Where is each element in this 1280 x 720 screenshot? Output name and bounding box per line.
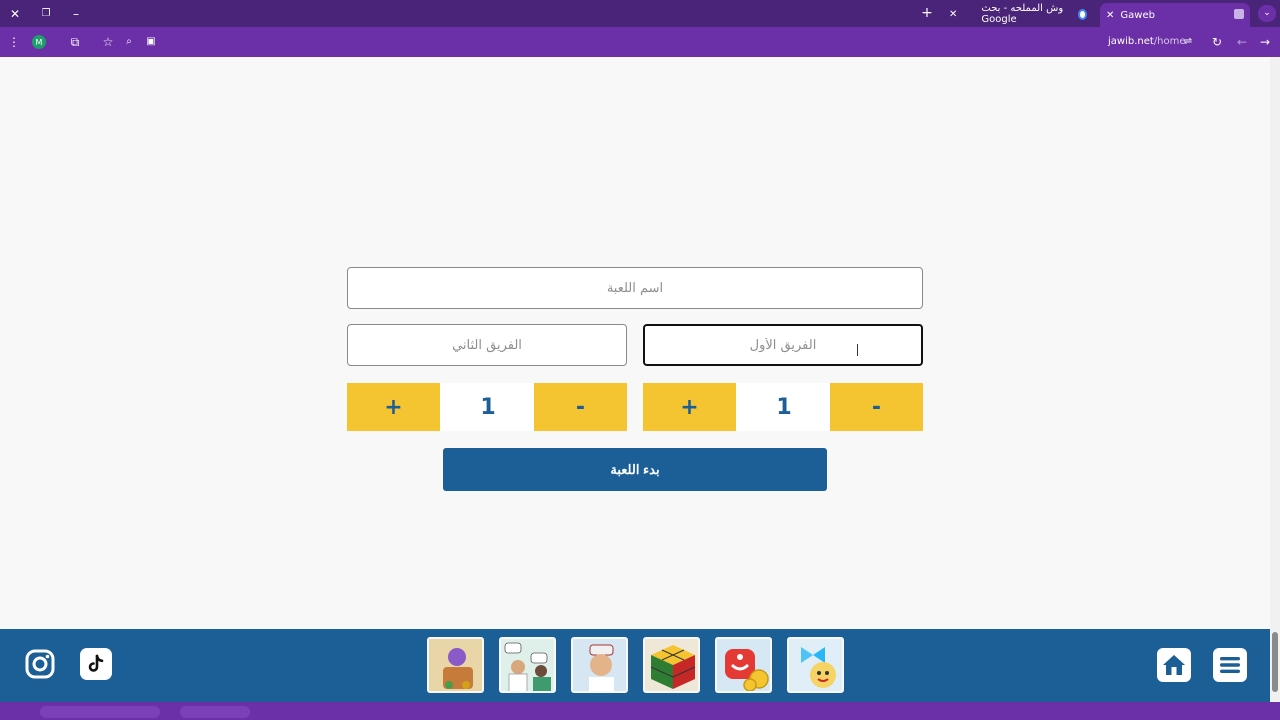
game-thumb-2[interactable] <box>499 637 556 693</box>
zoom-icon[interactable]: ⌕ <box>122 35 136 49</box>
footer-decorative-strip <box>0 702 1280 720</box>
tab-title: وش المملحه - بحث Google <box>981 3 1064 25</box>
game-name-input[interactable] <box>347 267 923 309</box>
new-tab-button[interactable]: + <box>920 6 934 20</box>
address-bar[interactable]: jawib.net/home <box>1108 36 1186 47</box>
team-two-input[interactable] <box>347 324 627 366</box>
game-thumb-3[interactable] <box>571 637 628 693</box>
tab-close-icon[interactable]: ✕ <box>949 9 957 20</box>
browser-toolbar: ⋮ ⧉ ☆ ⌕ ▣ ⇌ ↻ ← → <box>0 27 1280 57</box>
scrollbar-track[interactable] <box>1270 57 1280 702</box>
tab-close-icon[interactable]: ✕ <box>1106 10 1114 21</box>
game-thumb-5[interactable] <box>715 637 772 693</box>
instagram-icon[interactable] <box>24 648 56 680</box>
tab-google-search[interactable]: ✕ وش المملحه - بحث Google <box>943 3 1093 25</box>
close-window-button[interactable]: ✕ <box>8 7 22 21</box>
menu-icon <box>1220 657 1240 673</box>
bookmark-star-icon[interactable]: ☆ <box>101 35 115 49</box>
browser-menu-icon[interactable]: ⋮ <box>8 35 20 49</box>
site-footer <box>0 629 1270 702</box>
team-two-count: 1 <box>440 383 536 431</box>
game-thumb-4[interactable] <box>643 637 700 693</box>
restore-window-button[interactable]: ❐ <box>39 7 53 21</box>
browser-tab-strip: ✕ ❐ – + ✕ وش المملحه - بحث Google ✕ Gawe… <box>0 0 1280 27</box>
home-icon <box>1163 655 1185 675</box>
text-cursor-icon <box>857 344 861 356</box>
tab-title: Gaweb <box>1120 9 1155 21</box>
scrollbar-thumb[interactable] <box>1272 632 1278 692</box>
reload-icon[interactable]: ↻ <box>1210 35 1224 49</box>
extensions-icon[interactable]: ⧉ <box>68 35 82 49</box>
minimize-window-button[interactable]: – <box>69 7 83 21</box>
menu-button[interactable] <box>1213 648 1247 682</box>
url-host: jawib.net <box>1108 36 1154 47</box>
tab-gaweb[interactable]: ✕ Gaweb <box>1100 3 1250 27</box>
team-two-decrement-button[interactable]: - <box>534 383 627 431</box>
team-one-count: 1 <box>736 383 832 431</box>
start-game-button[interactable]: بدء اللعبة <box>443 448 827 491</box>
team-two-increment-button[interactable]: + <box>347 383 440 431</box>
translate-icon[interactable]: ▣ <box>144 35 158 49</box>
site-favicon-icon <box>1234 9 1244 19</box>
page-body <box>0 57 1270 629</box>
tab-search-button[interactable]: ⌄ <box>1258 5 1276 22</box>
back-icon[interactable]: ← <box>1235 35 1249 49</box>
profile-avatar[interactable]: M <box>32 35 46 49</box>
game-thumb-1[interactable] <box>427 637 484 693</box>
home-button[interactable] <box>1157 648 1191 682</box>
team-one-decrement-button[interactable]: - <box>830 383 923 431</box>
team-one-increment-button[interactable]: + <box>643 383 736 431</box>
tiktok-icon[interactable] <box>80 648 112 680</box>
forward-icon[interactable]: → <box>1258 35 1272 49</box>
decorative-shape <box>180 706 250 718</box>
decorative-shape <box>40 706 160 718</box>
team-one-input[interactable] <box>643 324 923 366</box>
url-path: /home <box>1153 36 1186 47</box>
game-thumb-6[interactable] <box>787 637 844 693</box>
google-favicon-icon <box>1077 8 1087 20</box>
